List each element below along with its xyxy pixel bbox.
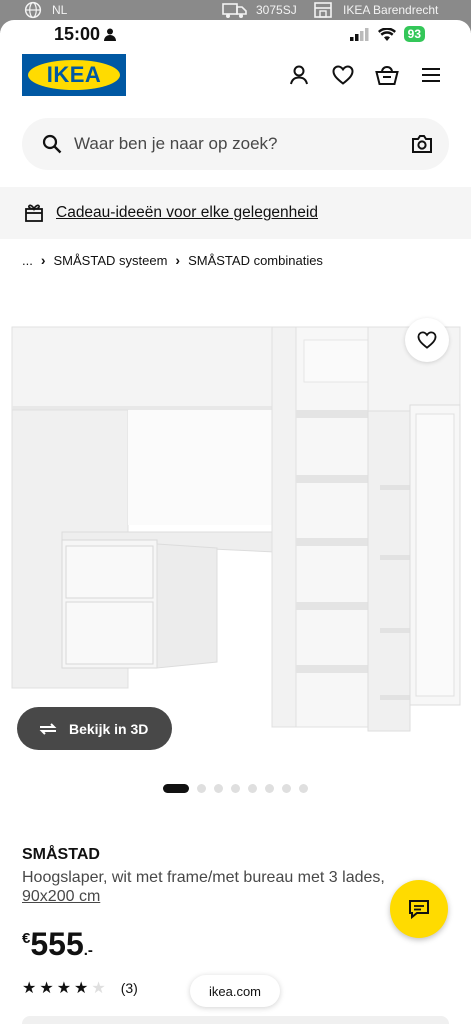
product-size-link[interactable]: 90x200 cm: [22, 888, 100, 906]
carousel-dot[interactable]: [231, 784, 240, 793]
breadcrumb-chevron-icon: ›: [40, 252, 46, 268]
favourite-button[interactable]: [405, 318, 449, 362]
product-name: SMÅSTAD: [22, 846, 100, 863]
globe-icon: [24, 1, 42, 19]
star-filled-icon: ★: [74, 980, 89, 997]
star-empty-icon: ★: [91, 980, 106, 997]
view-in-3d-label: Bekijk in 3D: [69, 720, 149, 737]
carousel-dot[interactable]: [248, 784, 257, 793]
gift-banner-link[interactable]: Cadeau-ideeën voor elke gelegenheid: [56, 204, 318, 222]
product-image[interactable]: [0, 310, 471, 770]
product-description: Hoogslaper, wit met frame/met bureau met…: [22, 869, 385, 886]
gift-banner[interactable]: Cadeau-ideeën voor elke gelegenheid: [0, 187, 471, 239]
store-icon: [314, 2, 332, 18]
status-time: 15:00: [54, 24, 117, 45]
person-icon: [104, 28, 117, 41]
next-section-card: [22, 1016, 449, 1024]
breadcrumb-item-smastad-systeem[interactable]: SMÅSTAD systeem: [54, 253, 168, 268]
url-label: ikea.com: [208, 983, 262, 999]
product-price: € 555 .-: [22, 926, 93, 962]
logo-oval: IKEA: [28, 60, 120, 90]
wifi-icon: [377, 27, 396, 41]
camera-search-icon[interactable]: [411, 134, 433, 154]
heart-icon: [332, 65, 354, 85]
favourites-button[interactable]: [331, 62, 355, 88]
account-button[interactable]: [287, 62, 311, 88]
star-filled-icon: ★: [56, 980, 72, 997]
search-bar[interactable]: Waar ben je naar op zoek?: [22, 118, 449, 170]
carousel-indicator: [163, 784, 308, 793]
search-icon: [42, 134, 62, 154]
cart-button[interactable]: [375, 62, 399, 88]
system-icons: 93: [349, 26, 425, 42]
ikea-logo[interactable]: IKEA: [22, 54, 126, 96]
carousel-dot[interactable]: [282, 784, 291, 793]
carousel-dot[interactable]: [214, 784, 223, 793]
shopping-bag-icon: [375, 65, 399, 85]
view-in-3d-button[interactable]: Bekijk in 3D: [17, 707, 172, 750]
gift-icon: [25, 204, 43, 222]
breadcrumb-item-smastad-combinaties[interactable]: SMÅSTAD combinaties: [188, 253, 323, 268]
postcode-label: 3075SJ: [256, 3, 297, 17]
browser-url-bar[interactable]: ikea.com: [190, 975, 280, 1007]
carousel-dot[interactable]: [197, 784, 206, 793]
product-rating[interactable]: ★ ★ ★ ★ ★ (3): [22, 978, 138, 998]
loft-bed-illustration: [11, 326, 461, 732]
time-label: 15:00: [54, 24, 101, 44]
star-filled-icon: ★: [22, 980, 37, 997]
price-amount: 555: [30, 926, 84, 962]
chat-bubble-icon: [409, 900, 429, 920]
menu-button[interactable]: [419, 62, 443, 88]
language-label: NL: [52, 3, 68, 17]
review-count[interactable]: (3): [121, 980, 138, 996]
chat-button[interactable]: [390, 880, 448, 938]
language-indicator[interactable]: NL: [22, 0, 67, 20]
header-actions: [287, 62, 443, 88]
star-filled-icon: ★: [39, 980, 54, 997]
hamburger-menu-icon: [422, 68, 440, 82]
battery-indicator: 93: [403, 26, 425, 42]
breadcrumb-more[interactable]: ...: [22, 253, 33, 268]
postcode-indicator[interactable]: 3075SJ: [222, 0, 297, 20]
carousel-dot[interactable]: [265, 784, 274, 793]
logo-text: IKEA: [46, 62, 102, 87]
price-currency: €: [22, 930, 31, 947]
price-decimals: .-: [83, 942, 93, 959]
store-indicator[interactable]: IKEA Barendrecht: [313, 0, 438, 20]
user-icon: [290, 65, 308, 85]
heart-outline-icon: [417, 331, 437, 349]
carousel-dot[interactable]: [163, 784, 189, 793]
breadcrumb: ... › SMÅSTAD systeem › SMÅSTAD combinat…: [22, 252, 323, 268]
delivery-truck-icon: [222, 3, 247, 18]
rotate-3d-icon: [39, 722, 57, 735]
store-label: IKEA Barendrecht: [343, 3, 439, 17]
carousel-dot[interactable]: [299, 784, 308, 793]
signal-icon: [349, 27, 369, 41]
breadcrumb-chevron-icon: ›: [175, 252, 181, 268]
search-input[interactable]: Waar ben je naar op zoek?: [74, 134, 411, 154]
